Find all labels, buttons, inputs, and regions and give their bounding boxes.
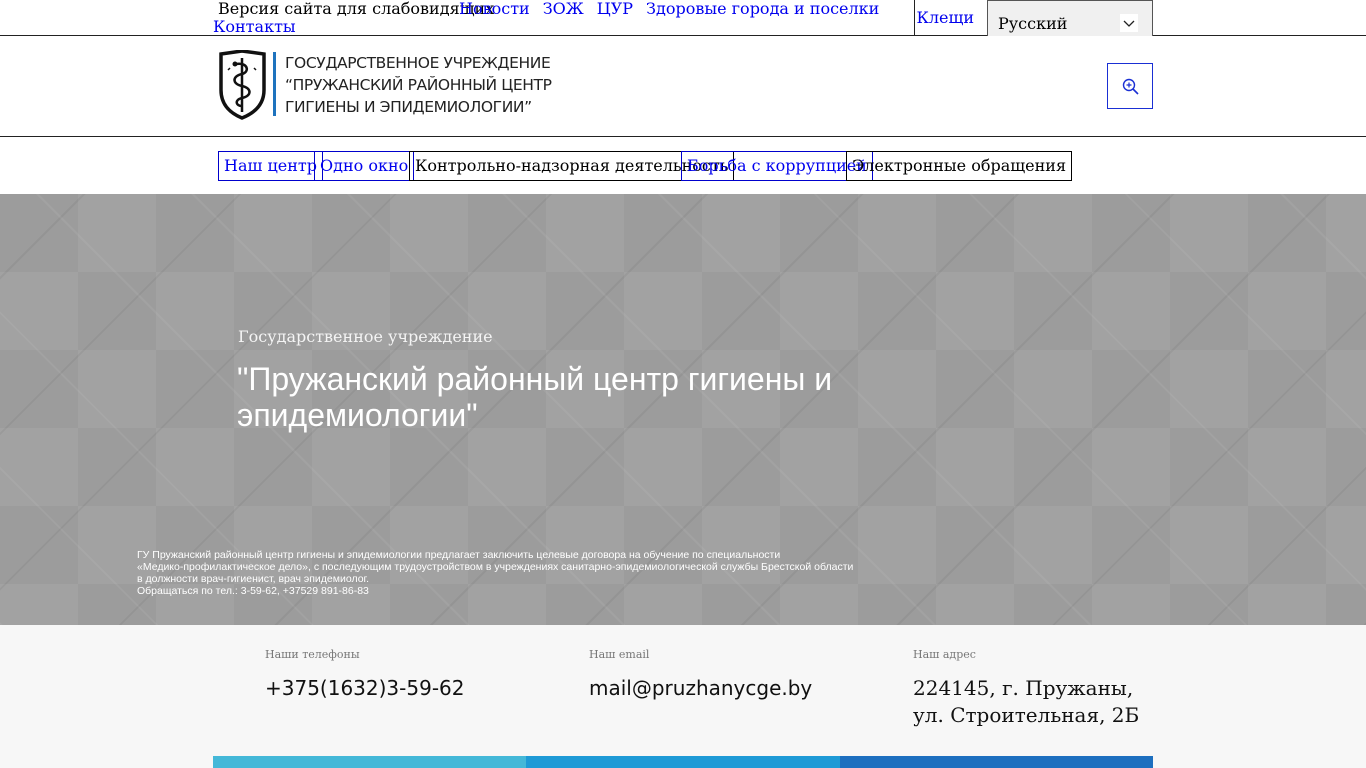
color-bar-segment	[526, 756, 840, 768]
address-value: 224145, г. Пружаны, ул. Строительная, 2Б	[913, 676, 1140, 727]
nav-item-one-window[interactable]: Одно окно	[314, 151, 415, 181]
zoom-search-button[interactable]	[1107, 63, 1153, 109]
nav-item-anti-corruption[interactable]: Борьба с коррупцией	[681, 151, 873, 181]
hero-notice: ГУ Пружанский районный центр гигиены и э…	[137, 549, 897, 597]
hero-title: "Пружанский районный центр гигиены и эпи…	[237, 361, 833, 433]
notice-line: в должности врач-гигиенист, врач эпидеми…	[137, 573, 370, 585]
main-nav: Наш центр Одно окно Контрольно-надзорная…	[0, 137, 1366, 194]
top-link-healthy-cities[interactable]: Здоровые города и поселки	[646, 0, 879, 18]
color-bar-segment	[840, 756, 1153, 768]
emblem-serpent-shield-icon	[218, 49, 268, 124]
contact-email: Наш email mail@pruzhanycge.by	[589, 648, 812, 702]
nav-item-e-appeals[interactable]: Электронные обращения	[846, 151, 1073, 181]
contact-phones: Наши телефоны +375(1632)3-59-62	[265, 648, 465, 702]
top-link-cur[interactable]: ЦУР	[597, 0, 633, 18]
logo-line: ГОСУДАРСТВЕННОЕ УЧРЕЖДЕНИЕ	[285, 54, 551, 72]
email-label: Наш email	[589, 648, 650, 661]
logo-divider	[273, 52, 276, 116]
color-bar-segment	[213, 756, 526, 768]
notice-line: «Медико-профилактическое дело», с послед…	[137, 561, 854, 573]
notice-line: ГУ Пружанский районный центр гигиены и э…	[137, 549, 781, 561]
top-link-news[interactable]: Новости	[459, 0, 530, 18]
address-label: Наш адрес	[913, 648, 976, 661]
contacts-strip: Наши телефоны +375(1632)3-59-62 Наш emai…	[0, 625, 1366, 768]
language-selected-value: Русский	[998, 14, 1068, 33]
contact-address: Наш адрес 224145, г. Пружаны, ул. Строит…	[913, 648, 1153, 729]
email-value[interactable]: mail@pruzhanycge.by	[589, 675, 812, 702]
phones-label: Наши телефоны	[265, 648, 360, 661]
low-vision-version-link[interactable]: Версия сайта для слабовидящих	[218, 0, 494, 18]
top-bar: Версия сайта для слабовидящих Новости ЗОЖ…	[0, 0, 1366, 44]
chevron-down-icon	[1120, 14, 1138, 32]
nav-item-our-center[interactable]: Наш центр	[218, 151, 323, 181]
phones-value[interactable]: +375(1632)3-59-62	[265, 675, 465, 702]
top-links: Новости ЗОЖ ЦУР Здоровые города и поселки	[459, 0, 892, 18]
site-header: ГОСУДАРСТВЕННОЕ УЧРЕЖДЕНИЕ “ПРУЖАНСКИЙ Р…	[0, 36, 1366, 137]
top-link-zozh[interactable]: ЗОЖ	[543, 0, 584, 18]
logo-text: ГОСУДАРСТВЕННОЕ УЧРЕЖДЕНИЕ “ПРУЖАНСКИЙ Р…	[285, 52, 552, 118]
site-logo[interactable]: ГОСУДАРСТВЕННОЕ УЧРЕЖДЕНИЕ “ПРУЖАНСКИЙ Р…	[218, 49, 552, 120]
hero-banner: Государственное учреждение "Пружанский р…	[0, 194, 1366, 625]
logo-line: ГИГИЕНЫ И ЭПИДЕМИОЛОГИИ”	[285, 98, 532, 116]
notice-line: Обращаться по тел.: 3-59-62, +37529 891-…	[137, 585, 369, 597]
logo-line: “ПРУЖАНСКИЙ РАЙОННЫЙ ЦЕНТР	[285, 76, 552, 94]
city-link[interactable]: Клещи	[914, 0, 986, 35]
top-link-contacts[interactable]: Контакты	[213, 18, 296, 36]
hero-subtitle: Государственное учреждение	[238, 327, 493, 346]
